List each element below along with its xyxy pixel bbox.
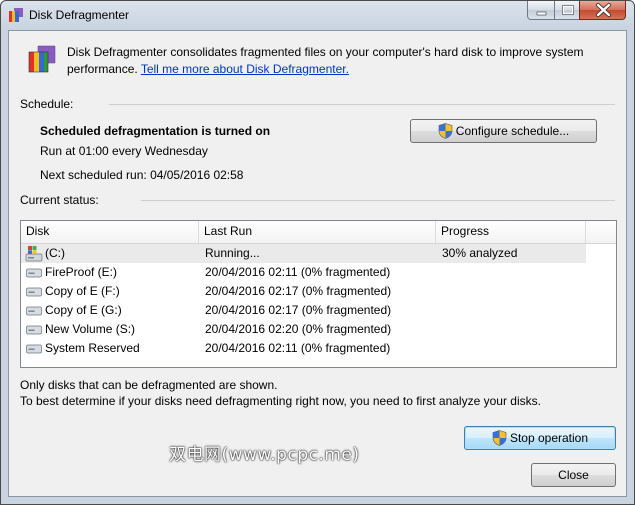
- disk-name: Copy of E (G:): [45, 303, 122, 317]
- disk-progress: 30% analyzed: [442, 246, 518, 260]
- disk-last-run: 20/04/2016 02:17 (0% fragmented): [205, 303, 392, 317]
- disk-last-run: 20/04/2016 02:20 (0% fragmented): [205, 322, 392, 336]
- defragmenter-large-icon: [28, 45, 56, 73]
- minimize-icon: [536, 11, 547, 16]
- disk-last-run: 20/04/2016 02:17 (0% fragmented): [205, 284, 392, 298]
- disk-list-header: Disk Last Run Progress: [21, 221, 616, 244]
- schedule-label: Schedule:: [20, 97, 74, 111]
- drive-icon: [26, 268, 42, 278]
- configure-schedule-label: Configure schedule...: [455, 124, 570, 138]
- disk-row-system-reserved[interactable]: System Reserved 20/04/2016 02:11 (0% fra…: [21, 339, 586, 358]
- disk-last-run: Running...: [205, 246, 260, 260]
- drive-icon: [26, 325, 42, 335]
- disk-row-c[interactable]: (C:) Running... 30% analyzed: [21, 244, 586, 263]
- uac-shield-icon: [492, 430, 507, 446]
- dialog-client-area: Disk Defragmenter consolidates fragmente…: [8, 30, 627, 497]
- current-status-divider: [141, 200, 615, 201]
- drive-icon: [26, 287, 42, 297]
- schedule-divider: [109, 104, 615, 105]
- disk-row-f[interactable]: Copy of E (F:) 20/04/2016 02:17 (0% frag…: [21, 282, 586, 301]
- schedule-run-at: Run at 01:00 every Wednesday: [40, 144, 208, 158]
- maximize-icon: [562, 5, 574, 15]
- disk-row-g[interactable]: Copy of E (G:) 20/04/2016 02:17 (0% frag…: [21, 301, 586, 320]
- disk-list[interactable]: Disk Last Run Progress (C:) Running... 3…: [20, 220, 617, 368]
- minimize-button[interactable]: [527, 1, 555, 20]
- disk-name: FireProof (E:): [45, 265, 118, 279]
- column-header-last-run[interactable]: Last Run: [199, 221, 436, 243]
- learn-more-link[interactable]: Tell me more about Disk Defragmenter.: [141, 62, 349, 76]
- disk-last-run: 20/04/2016 02:11 (0% fragmented): [205, 265, 391, 279]
- disk-row-s[interactable]: New Volume (S:) 20/04/2016 02:20 (0% fra…: [21, 320, 586, 339]
- drive-icon: [26, 344, 42, 354]
- uac-shield-icon: [438, 123, 453, 139]
- disk-name: (C:): [45, 246, 65, 260]
- disks-shown-note: Only disks that can be defragmented are …: [20, 378, 278, 392]
- stop-operation-button[interactable]: Stop operation: [464, 426, 616, 450]
- schedule-next-run: Next scheduled run: 04/05/2016 02:58: [40, 168, 244, 182]
- column-header-progress[interactable]: Progress: [436, 221, 586, 243]
- stop-operation-label: Stop operation: [509, 431, 589, 445]
- schedule-status: Scheduled defragmentation is turned on: [40, 124, 271, 138]
- configure-schedule-button[interactable]: Configure schedule...: [410, 119, 597, 143]
- intro-text: Disk Defragmenter consolidates fragmente…: [67, 44, 607, 78]
- drive-icon: [26, 306, 42, 316]
- title-bar[interactable]: Disk Defragmenter: [1, 1, 634, 29]
- disk-defragmenter-window: Disk Defragmenter Disk Defragmenter cons…: [0, 0, 635, 505]
- disk-row-e[interactable]: FireProof (E:) 20/04/2016 02:11 (0% frag…: [21, 263, 586, 282]
- close-button-label: Close: [558, 468, 589, 482]
- current-status-label: Current status:: [20, 193, 99, 207]
- defragmenter-app-icon: [9, 8, 23, 22]
- analyze-hint-note: To best determine if your disks need def…: [20, 394, 541, 408]
- column-header-disk[interactable]: Disk: [21, 221, 199, 243]
- window-close-button[interactable]: [579, 1, 626, 20]
- watermark-text: 双电网(www.pcpc.me): [169, 445, 360, 465]
- window-title: Disk Defragmenter: [29, 8, 130, 22]
- maximize-button[interactable]: [554, 1, 580, 20]
- disk-name: System Reserved: [45, 341, 140, 355]
- disk-name: Copy of E (F:): [45, 284, 120, 298]
- system-drive-icon: [25, 246, 43, 262]
- close-icon: [596, 3, 611, 17]
- close-button[interactable]: Close: [531, 463, 616, 487]
- disk-name: New Volume (S:): [45, 322, 136, 336]
- disk-last-run: 20/04/2016 02:11 (0% fragmented): [205, 341, 391, 355]
